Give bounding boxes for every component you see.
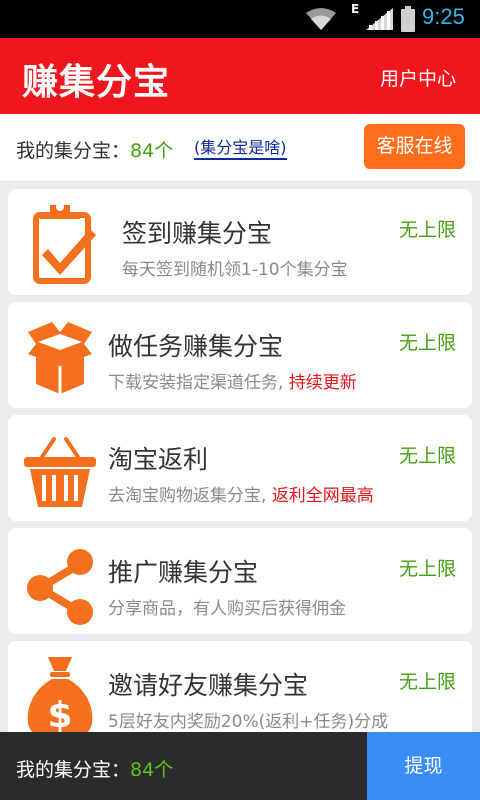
item-desc: 分享商品，有人购买后获得佣金 (108, 599, 346, 619)
what-is-points-link[interactable]: (集分宝是啥) (194, 138, 287, 160)
item-title: 邀请好友赚集分宝 (108, 671, 309, 700)
network-type: E (351, 2, 360, 16)
money-bag-icon: $ (27, 657, 93, 739)
item-desc: 每天签到随机领1-10个集分宝 (122, 260, 348, 280)
clipboard-check-icon (33, 203, 96, 284)
item-desc: 5层好友内奖励20%(返利+任务)分成 (108, 712, 389, 732)
app-bar: 赚集分宝 用户中心 (0, 38, 480, 114)
shopping-basket-icon (24, 437, 96, 507)
item-desc-highlight: 返利全网最高 (271, 486, 374, 506)
clock: 9:25 (422, 4, 465, 29)
points-count: 84个 (130, 140, 174, 162)
item-title: 做任务赚集分宝 (108, 332, 284, 361)
item-title: 签到赚集分宝 (122, 219, 273, 248)
item-limit: 无上限 (398, 671, 456, 693)
bottom-points-count: 84个 (130, 759, 174, 781)
item-limit: 无上限 (398, 332, 456, 354)
list-item-checkin[interactable]: 签到赚集分宝 每天签到随机领1-10个集分宝 无上限 (8, 189, 472, 295)
item-limit: 无上限 (398, 219, 456, 241)
item-limit: 无上限 (398, 445, 456, 467)
signal-icon (366, 8, 393, 30)
bottom-points-label: 我的集分宝：84个 (16, 759, 174, 781)
wifi-icon (306, 8, 336, 30)
status-bar: E 9:25 (0, 0, 480, 38)
item-desc: 下载安装指定渠道任务, 持续更新 (108, 373, 357, 393)
battery-icon (401, 6, 415, 32)
withdraw-button[interactable]: 提现 (367, 732, 480, 800)
app-title: 赚集分宝 (22, 62, 171, 103)
item-limit: 无上限 (398, 558, 456, 580)
item-desc-highlight: 持续更新 (288, 373, 357, 393)
list-item-promote[interactable]: 推广赚集分宝 分享商品，有人购买后获得佣金 无上限 (8, 528, 472, 634)
user-center-button[interactable]: 用户中心 (380, 64, 456, 91)
open-box-icon (28, 322, 92, 394)
list-item-tasks[interactable]: 做任务赚集分宝 下载安装指定渠道任务, 持续更新 无上限 (8, 302, 472, 408)
svg-text:$: $ (47, 695, 72, 736)
points-label: 我的集分宝：84个 (16, 140, 174, 162)
list-item-taobao-rebate[interactable]: 淘宝返利 去淘宝购物返集分宝, 返利全网最高 无上限 (8, 415, 472, 521)
bottom-bar: 我的集分宝：84个 提现 (0, 732, 480, 800)
item-title: 推广赚集分宝 (108, 558, 259, 587)
share-icon (27, 549, 93, 625)
item-title: 淘宝返利 (108, 445, 209, 474)
customer-service-button[interactable]: 客服在线 (364, 124, 465, 169)
item-desc: 去淘宝购物返集分宝, 返利全网最高 (108, 486, 374, 506)
